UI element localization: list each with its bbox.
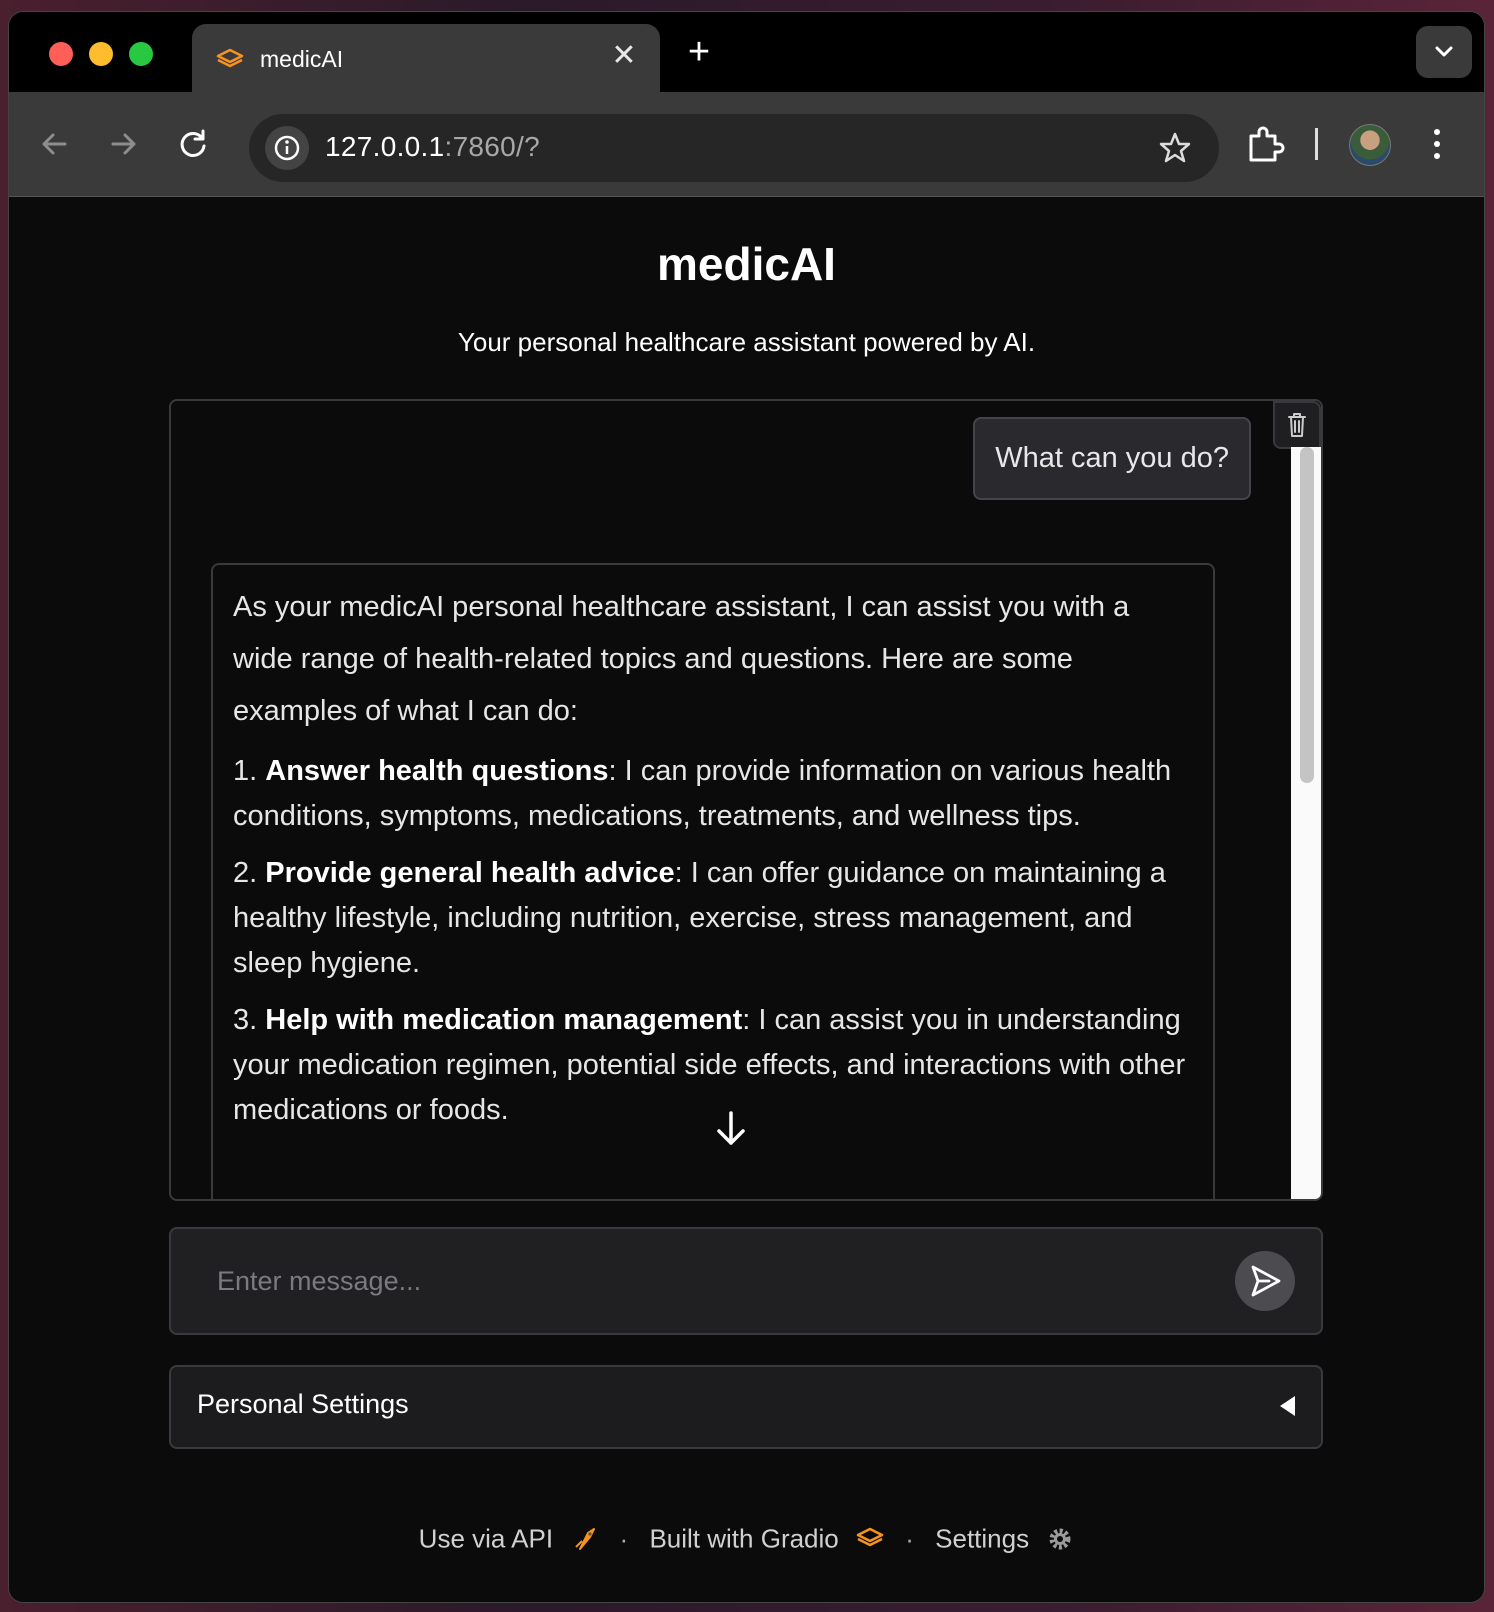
- tab-title: medicAI: [260, 46, 344, 72]
- bookmark-star-icon[interactable]: [1155, 128, 1195, 168]
- user-message: What can you do?: [973, 417, 1251, 500]
- profile-avatar[interactable]: [1349, 124, 1391, 166]
- close-window-button[interactable]: [49, 42, 73, 66]
- minimize-window-button[interactable]: [89, 42, 113, 66]
- built-with-gradio-link[interactable]: Built with Gradio: [649, 1524, 838, 1554]
- back-arrow-icon[interactable]: [35, 124, 75, 164]
- gradio-logo-icon: [216, 48, 244, 68]
- browser-toolbar: 127.0.0.1:7860/?: [9, 92, 1484, 197]
- chatbot-panel: What can you do? As your medicAI persona…: [169, 399, 1323, 1201]
- gear-icon: [1049, 1528, 1071, 1550]
- tab-search-button[interactable]: [1416, 26, 1472, 78]
- message-input-box: [169, 1227, 1323, 1335]
- bot-intro-text: As your medicAI personal healthcare assi…: [233, 591, 1130, 727]
- tab-strip: medicAI ✕ +: [9, 12, 1484, 92]
- maximize-window-button[interactable]: [129, 42, 153, 66]
- url-text: 127.0.0.1:7860/?: [325, 131, 541, 162]
- settings-link[interactable]: Settings: [935, 1524, 1029, 1554]
- page-title: medicAI: [657, 238, 836, 290]
- chat-scrollbar[interactable]: [1291, 447, 1321, 1199]
- list-item: 2. Provide general health advice: I can …: [233, 857, 1166, 979]
- accordion-label: Personal Settings: [197, 1389, 409, 1419]
- reload-icon[interactable]: [173, 124, 213, 164]
- triangle-left-icon: [1280, 1396, 1295, 1416]
- send-button[interactable]: [1235, 1251, 1295, 1311]
- toolbar-divider: [1315, 128, 1318, 160]
- personal-settings-accordion[interactable]: Personal Settings: [169, 1365, 1323, 1449]
- tab-medicai[interactable]: medicAI ✕: [192, 24, 660, 92]
- message-input[interactable]: [215, 1255, 1199, 1307]
- chat-scrollbar-thumb[interactable]: [1300, 447, 1314, 783]
- page-content: medicAI Your personal healthcare assista…: [9, 197, 1484, 1602]
- tab-close-icon[interactable]: ✕: [606, 38, 642, 74]
- browser-menu-icon[interactable]: [1427, 122, 1447, 166]
- rocket-icon: [575, 1528, 596, 1551]
- site-info-icon[interactable]: [265, 126, 309, 170]
- clear-chat-trash-icon[interactable]: [1273, 401, 1321, 449]
- new-tab-button[interactable]: +: [679, 33, 719, 74]
- address-bar[interactable]: 127.0.0.1:7860/?: [249, 114, 1219, 182]
- chevron-down-icon: [1435, 46, 1453, 57]
- list-item: 1. Answer health questions: I can provid…: [233, 755, 1172, 832]
- forward-arrow-icon[interactable]: [103, 124, 143, 164]
- scroll-to-bottom-icon[interactable]: [703, 1101, 759, 1157]
- gradio-logo-icon: [856, 1527, 884, 1547]
- extensions-puzzle-icon[interactable]: [1245, 122, 1285, 166]
- send-icon: [1251, 1265, 1281, 1297]
- page-subtitle: Your personal healthcare assistant power…: [457, 327, 1036, 357]
- use-via-api-link[interactable]: Use via API: [419, 1524, 553, 1554]
- footer: Use via API · Built with Gradio · Settin…: [9, 1522, 1484, 1555]
- footer-separator: ·: [619, 1523, 629, 1554]
- browser-window: medicAI ✕ + 127.0.0.1:7860/? medicAI You…: [9, 12, 1484, 1602]
- footer-separator: ·: [905, 1523, 914, 1554]
